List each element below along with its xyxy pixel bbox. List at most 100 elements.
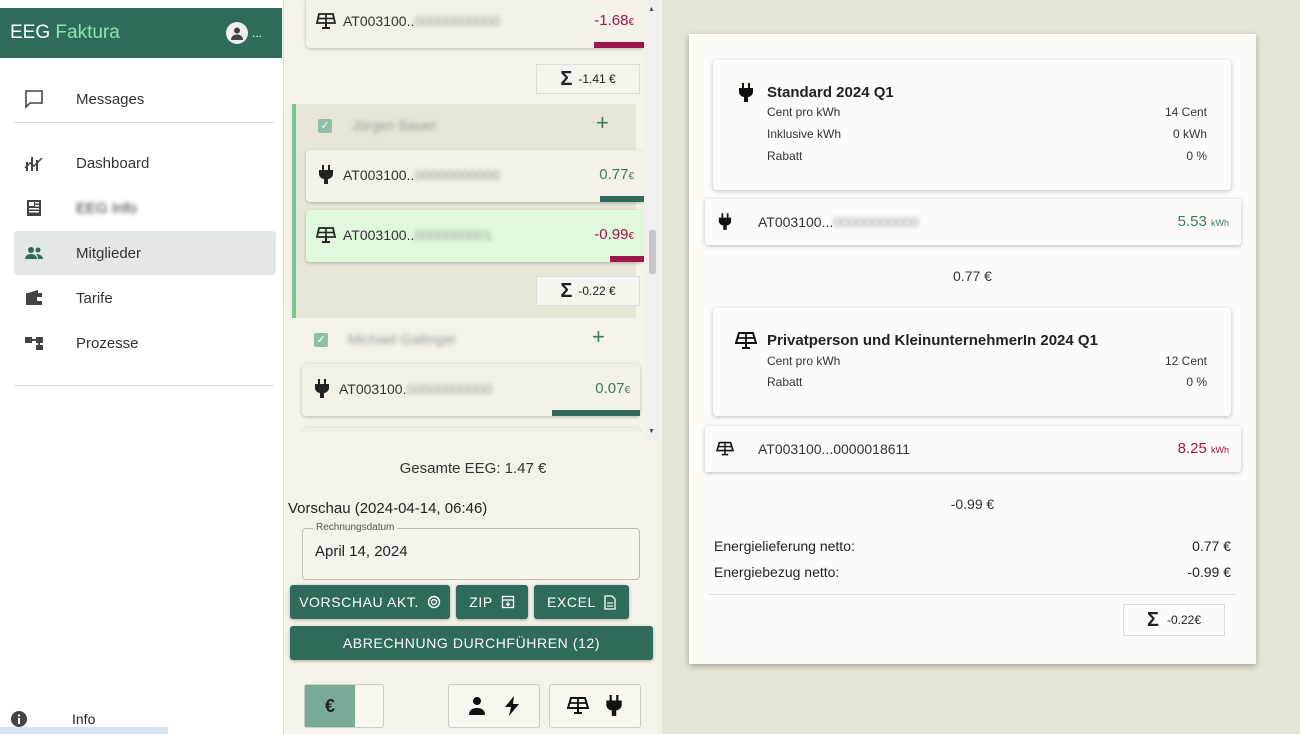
sidebar-divider: [14, 122, 274, 123]
sidebar-item-label: Info: [72, 711, 96, 727]
avatar-icon[interactable]: [226, 22, 248, 44]
tariff-card: Standard 2024 Q1 Cent pro kWh 14 Cent Ink…: [713, 60, 1231, 190]
member-checkbox[interactable]: ✓: [314, 333, 328, 347]
sidebar-item-label: Messages: [76, 90, 145, 108]
user-menu[interactable]: ...: [226, 22, 262, 44]
plug-icon: [715, 212, 735, 232]
sidebar-item-label: Mitglieder: [76, 244, 142, 262]
eeg-total: Gesamte EEG: 1.47 €: [399, 460, 547, 477]
tariff-row: Cent pro kWh 14 Cent: [767, 105, 1207, 119]
sidebar: EEG Faktura ... Messages Dashboard EEG I…: [0, 0, 284, 734]
meter-bar: [600, 196, 644, 202]
meter-card[interactable]: AT003100..00000000000 0.77€: [306, 150, 644, 202]
chart-icon: [22, 151, 46, 175]
tariff-row: Rabatt 0 %: [767, 375, 1207, 389]
archive-icon: [501, 595, 515, 609]
meter-card[interactable]: AT003100..0000000001 -0.99€: [306, 210, 644, 262]
sidebar-item-tarife[interactable]: Tarife: [14, 276, 276, 320]
execute-billing-button[interactable]: ABRECHNUNG DURCHFÜHREN (12): [290, 626, 653, 660]
list-scrollbar[interactable]: ▲ ▼: [645, 0, 659, 440]
meter-card[interactable]: AT003100..00000000000 -1.68€: [306, 0, 644, 48]
sum-icon: Σ: [560, 67, 573, 90]
sidebar-item-messages[interactable]: Messages: [14, 77, 276, 121]
refresh-icon: [427, 595, 441, 609]
lightning-icon[interactable]: [504, 696, 520, 716]
meter-bar: [594, 42, 644, 48]
meter-bar: [552, 410, 640, 416]
add-icon[interactable]: +: [592, 324, 605, 350]
tariff-row: Inklusive kWh 0 kWh: [767, 127, 1207, 141]
sidebar-item-eeg-info[interactable]: EEG Info: [14, 186, 276, 230]
zip-button[interactable]: ZIP: [456, 585, 528, 619]
meter-filter-group: [549, 684, 641, 728]
status-url-bar: [0, 727, 168, 734]
meter-bar: [610, 256, 644, 262]
preview-refresh-button[interactable]: VORSCHAU AKT.: [290, 585, 450, 619]
invoice-meter-row: AT003100...00000000000 5.53 kWh: [705, 199, 1241, 245]
meter-id: AT003100.00000000000: [339, 381, 493, 397]
meter-card[interactable]: AT003100.00000000000 0.07€: [302, 364, 640, 416]
meter-amount: 0.07€: [595, 380, 630, 397]
sidebar-divider: [14, 385, 274, 386]
meter-kwh: 5.53 kWh: [1177, 213, 1229, 230]
net-delivery-line: Energielieferung netto: 0.77 €: [714, 538, 1231, 554]
divider: [709, 594, 1236, 595]
scroll-up-icon[interactable]: ▲: [648, 6, 655, 13]
member-group: AT003100..00000000000 -1.68€ Σ -1.41 €: [292, 0, 644, 100]
member-group: ✓ Jürgen Bauer + AT003100..00000000000 0…: [292, 104, 644, 318]
tariff-row: Rabatt 0 %: [767, 149, 1207, 163]
solar-panel-icon: [316, 225, 336, 245]
meter-amount: 0.77 €: [953, 268, 992, 284]
member-name: Michael Gallinger: [348, 331, 457, 347]
sidebar-item-mitglieder[interactable]: Mitglieder: [14, 231, 276, 275]
scroll-down-icon[interactable]: ▼: [648, 428, 655, 435]
view-filter-group: [448, 684, 540, 728]
sidebar-item-info[interactable]: Info: [10, 710, 95, 728]
solar-panel-icon[interactable]: [566, 696, 589, 716]
invoice-meter-row: AT003100...0000018611 8.25 kWh: [705, 426, 1241, 472]
user-menu-ellipsis[interactable]: ...: [252, 26, 262, 40]
sidebar-item-label: Prozesse: [76, 334, 139, 352]
person-icon[interactable]: [468, 696, 486, 716]
plug-icon: [316, 165, 336, 185]
meter-id: AT003100...00000000000: [758, 214, 919, 230]
plug-icon: [735, 82, 757, 104]
sum-icon: Σ: [1146, 608, 1159, 631]
meter-amount: -1.68€: [594, 12, 634, 29]
meter-id: AT003100..0000000001: [343, 227, 493, 243]
tariff-card: Privatperson und KleinunternehmerIn 2024…: [713, 308, 1231, 416]
app-title-part1: EEG: [10, 22, 51, 43]
euro-icon[interactable]: €: [305, 685, 355, 727]
excel-button[interactable]: EXCEL: [534, 585, 629, 619]
invoice-date-field[interactable]: Rechnungsdatum: [302, 522, 640, 580]
group-icon: [22, 241, 46, 265]
sidebar-item-label: EEG Info: [76, 199, 137, 217]
app-title: EEG Faktura: [10, 22, 120, 44]
sidebar-item-prozesse[interactable]: Prozesse: [14, 321, 276, 365]
solar-panel-icon: [715, 439, 735, 459]
billing-panel: AT003100..00000000000 -1.68€ Σ -1.41 € ✓…: [284, 0, 662, 734]
plug-icon[interactable]: [605, 695, 623, 717]
meter-amount: -0.99€: [594, 226, 634, 243]
invoice-preview: Standard 2024 Q1 Cent pro kWh 14 Cent Ink…: [689, 34, 1256, 664]
invoice-date-input[interactable]: [315, 543, 615, 560]
document-icon: [604, 594, 616, 610]
tariff-name: Privatperson und KleinunternehmerIn 2024…: [767, 332, 1098, 349]
app-title-part2: Faktura: [55, 22, 120, 43]
sum-icon: Σ: [560, 279, 573, 302]
currency-toggle[interactable]: €: [304, 684, 384, 728]
member-checkbox[interactable]: ✓: [318, 119, 332, 133]
sidebar-item-dashboard[interactable]: Dashboard: [14, 141, 276, 185]
preview-timestamp: Vorschau (2024-04-14, 06:46): [288, 500, 488, 517]
solar-panel-icon: [735, 330, 757, 352]
invoice-date-label: Rechnungsdatum: [313, 522, 398, 533]
member-name: Jürgen Bauer: [352, 117, 437, 133]
meter-kwh: 8.25 kWh: [1177, 440, 1229, 457]
flow-icon: [22, 331, 46, 355]
meter-id: AT003100...0000018611: [758, 441, 911, 457]
add-icon[interactable]: +: [596, 110, 609, 136]
member-list[interactable]: AT003100..00000000000 -1.68€ Σ -1.41 € ✓…: [288, 0, 644, 432]
message-icon: [22, 87, 46, 111]
meter-card[interactable]: [302, 428, 640, 432]
scroll-thumb[interactable]: [649, 230, 656, 274]
